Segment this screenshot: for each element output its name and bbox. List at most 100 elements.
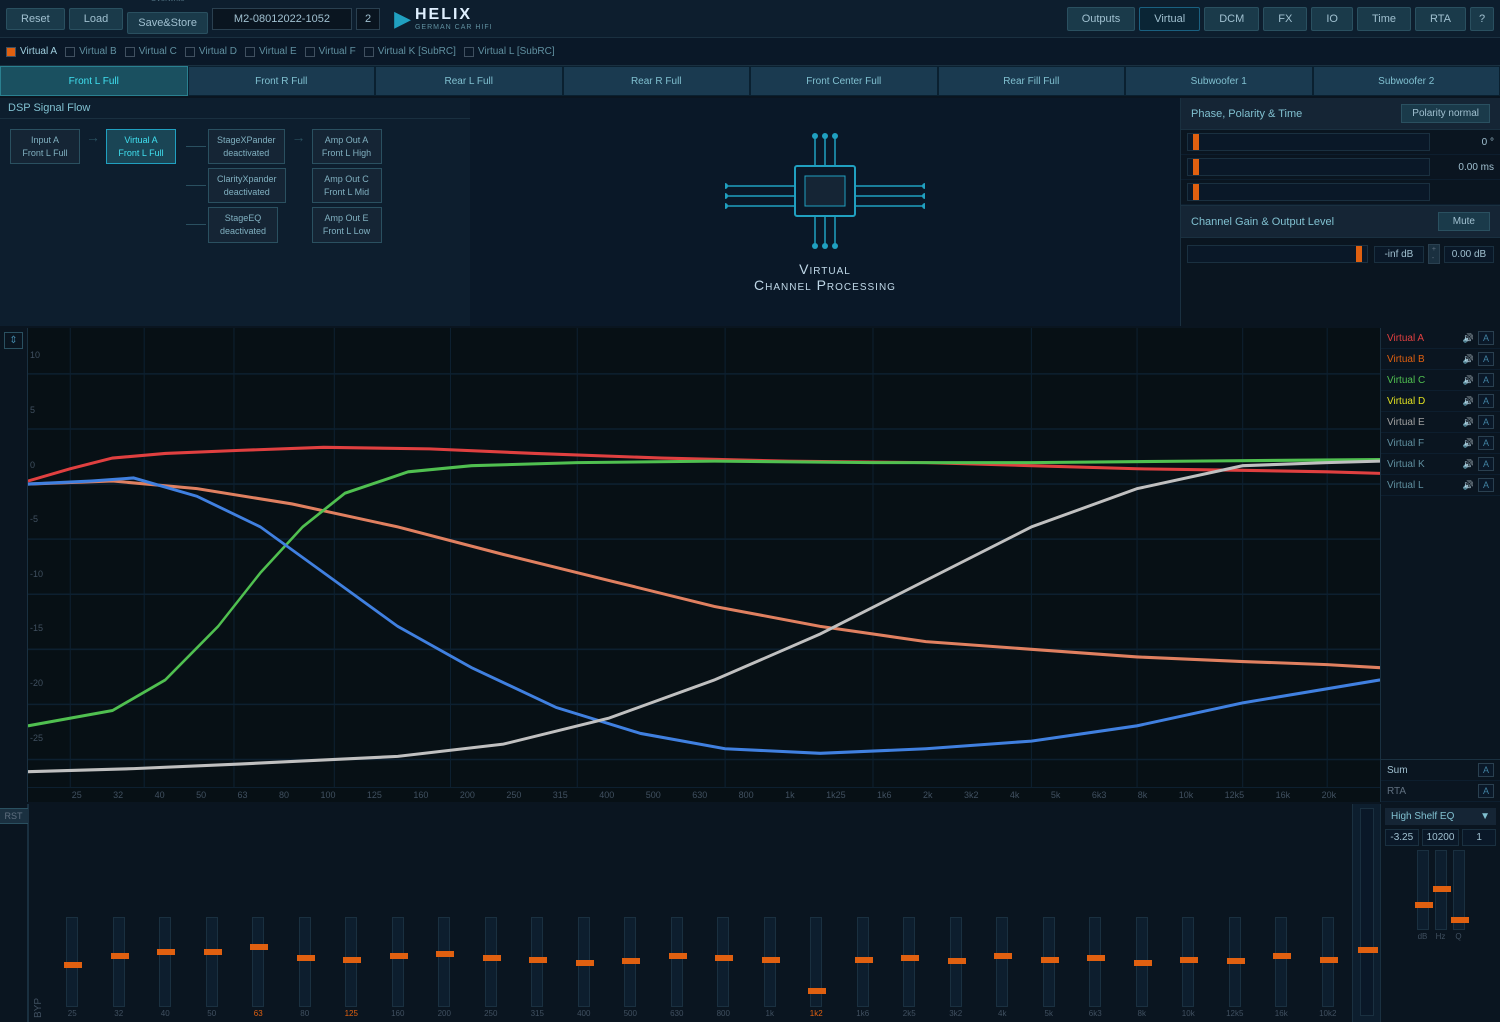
io-button[interactable]: IO bbox=[1311, 7, 1353, 31]
eq-band-400[interactable]: 500 bbox=[608, 917, 653, 1018]
rta-button[interactable]: RTA bbox=[1415, 7, 1466, 31]
eq-band-4k[interactable]: 4k bbox=[980, 917, 1025, 1018]
virtual-tab-F[interactable]: Virtual F bbox=[305, 46, 356, 57]
eq-band-5k[interactable]: 5k bbox=[1027, 917, 1072, 1018]
flow-stage-xpander[interactable]: StageXPander deactivated bbox=[208, 129, 285, 164]
virtual-tab-L[interactable]: Virtual L [SubRC] bbox=[464, 46, 555, 57]
virtual-tab-B[interactable]: Virtual B bbox=[65, 46, 117, 57]
hs-q-value[interactable]: 1 bbox=[1462, 829, 1496, 846]
reset-button[interactable]: Reset bbox=[6, 8, 65, 30]
fader-track-32[interactable] bbox=[113, 917, 125, 1007]
fader-track-100[interactable] bbox=[345, 917, 357, 1007]
vc-a-btn-k[interactable]: A bbox=[1478, 457, 1494, 471]
eq-band-63[interactable]: 63 bbox=[236, 917, 281, 1018]
channel-front-center[interactable]: Front Center Full bbox=[750, 66, 938, 96]
rst-button[interactable]: RST bbox=[0, 808, 30, 824]
fader-track-630[interactable] bbox=[717, 917, 729, 1007]
eq-band-1k[interactable]: 1k2 bbox=[794, 917, 839, 1018]
eq-band-1k6[interactable]: 1k6 bbox=[841, 917, 886, 1018]
eq-band-100[interactable]: 125 bbox=[329, 917, 374, 1018]
fader-track-160[interactable] bbox=[438, 917, 450, 1007]
fader-track-1k6[interactable] bbox=[857, 917, 869, 1007]
virtual-tab-K[interactable]: Virtual K [SubRC] bbox=[364, 46, 456, 57]
mute-button[interactable]: Mute bbox=[1438, 212, 1490, 231]
channel-subwoofer-2[interactable]: Subwoofer 2 bbox=[1313, 66, 1500, 96]
virtual-button[interactable]: Virtual bbox=[1139, 7, 1200, 31]
fader-track-3k2[interactable] bbox=[950, 917, 962, 1007]
channel-rear-l-full[interactable]: Rear L Full bbox=[375, 66, 563, 96]
virtual-tab-C[interactable]: Virtual C bbox=[125, 46, 177, 57]
flow-input-box[interactable]: Input A Front L Full bbox=[10, 129, 80, 164]
fader-track-16k[interactable] bbox=[1275, 917, 1287, 1007]
minus-half[interactable]: - bbox=[1429, 254, 1439, 263]
fader-track-80[interactable] bbox=[299, 917, 311, 1007]
eq-band-3k2[interactable]: 3k2 bbox=[934, 917, 979, 1018]
eq-band-250[interactable]: 315 bbox=[515, 917, 560, 1018]
phase-slider-1[interactable] bbox=[1187, 133, 1430, 151]
flow-stage-eq[interactable]: StageEQ deactivated bbox=[208, 207, 278, 242]
fader-track-25[interactable] bbox=[66, 917, 78, 1007]
vc-item-virtual-l[interactable]: Virtual L 🔊 A bbox=[1381, 475, 1500, 496]
eq-band-40[interactable]: 40 bbox=[143, 917, 188, 1018]
eq-band-10k2[interactable]: 10k2 bbox=[1306, 917, 1351, 1018]
fader-track-1k[interactable] bbox=[810, 917, 822, 1007]
eq-band-315[interactable]: 400 bbox=[562, 917, 607, 1018]
hs-slider-q[interactable] bbox=[1453, 850, 1465, 930]
flow-amp-out-e[interactable]: Amp Out E Front L Low bbox=[312, 207, 382, 242]
hs-dropdown-icon[interactable]: ▼ bbox=[1480, 811, 1490, 822]
vc-item-virtual-b[interactable]: Virtual B 🔊 A bbox=[1381, 349, 1500, 370]
phase-slider-3[interactable] bbox=[1187, 183, 1430, 201]
vc-item-virtual-a[interactable]: Virtual A 🔊 A bbox=[1381, 328, 1500, 349]
channel-subwoofer-1[interactable]: Subwoofer 1 bbox=[1125, 66, 1313, 96]
fader-track-12k5[interactable] bbox=[1229, 917, 1241, 1007]
eq-band-6k3[interactable]: 6k3 bbox=[1073, 917, 1118, 1018]
vc-a-btn-l[interactable]: A bbox=[1478, 478, 1494, 492]
polarity-button[interactable]: Polarity normal bbox=[1401, 104, 1490, 123]
eq-band-12k5[interactable]: 12k5 bbox=[1213, 917, 1258, 1018]
flow-amp-out-a[interactable]: Amp Out A Front L High bbox=[312, 129, 382, 164]
eq-band-50[interactable]: 50 bbox=[190, 917, 235, 1018]
eq-band-800[interactable]: 1k bbox=[748, 917, 793, 1018]
fader-track-10k[interactable] bbox=[1182, 917, 1194, 1007]
vc-item-virtual-e[interactable]: Virtual E 🔊 A bbox=[1381, 412, 1500, 433]
save-store-button[interactable]: Save&Store bbox=[127, 12, 208, 34]
fx-button[interactable]: FX bbox=[1263, 7, 1307, 31]
hs-slider-hz[interactable] bbox=[1435, 850, 1447, 930]
eq-band-2k5[interactable]: 2k5 bbox=[887, 917, 932, 1018]
flow-virtual-box[interactable]: Virtual A Front L Full bbox=[106, 129, 176, 164]
eq-band-630[interactable]: 800 bbox=[701, 917, 746, 1018]
fader-track-4k[interactable] bbox=[996, 917, 1008, 1007]
vc-item-rta[interactable]: RTA A bbox=[1381, 781, 1500, 802]
eq-band-160[interactable]: 200 bbox=[422, 917, 467, 1018]
gain-slider[interactable] bbox=[1187, 245, 1368, 263]
help-button[interactable]: ? bbox=[1470, 7, 1494, 31]
vc-item-virtual-f[interactable]: Virtual F 🔊 A bbox=[1381, 433, 1500, 454]
virtual-tab-E[interactable]: Virtual E bbox=[245, 46, 297, 57]
channel-front-r-full[interactable]: Front R Full bbox=[188, 66, 376, 96]
fader-track-800[interactable] bbox=[764, 917, 776, 1007]
vc-a-btn-f[interactable]: A bbox=[1478, 436, 1494, 450]
vc-a-btn-d[interactable]: A bbox=[1478, 394, 1494, 408]
fader-track-315[interactable] bbox=[578, 917, 590, 1007]
fader-track-5k[interactable] bbox=[1043, 917, 1055, 1007]
fader-track-8k[interactable] bbox=[1136, 917, 1148, 1007]
eq-band-200[interactable]: 250 bbox=[469, 917, 514, 1018]
flow-clarity-xpander[interactable]: ClarityXpander deactivated bbox=[208, 168, 286, 203]
vc-item-sum[interactable]: Sum A bbox=[1381, 759, 1500, 781]
plus-half[interactable]: + bbox=[1429, 245, 1439, 254]
eq-band-16k[interactable]: 16k bbox=[1259, 917, 1304, 1018]
time-button[interactable]: Time bbox=[1357, 7, 1411, 31]
fader-track-500[interactable] bbox=[671, 917, 683, 1007]
vc-a-btn-c[interactable]: A bbox=[1478, 373, 1494, 387]
fader-track-6k3[interactable] bbox=[1089, 917, 1101, 1007]
master-fader-track[interactable] bbox=[1360, 808, 1374, 1016]
vc-a-btn-b[interactable]: A bbox=[1478, 352, 1494, 366]
vc-item-virtual-d[interactable]: Virtual D 🔊 A bbox=[1381, 391, 1500, 412]
fader-track-10k2[interactable] bbox=[1322, 917, 1334, 1007]
fader-track-250[interactable] bbox=[531, 917, 543, 1007]
hs-db-value[interactable]: -3.25 bbox=[1385, 829, 1419, 846]
preset-number[interactable]: 2 bbox=[356, 8, 380, 30]
vc-a-btn-a[interactable]: A bbox=[1478, 331, 1494, 345]
vc-a-btn-e[interactable]: A bbox=[1478, 415, 1494, 429]
channel-front-l-full[interactable]: Front L Full bbox=[0, 66, 188, 96]
